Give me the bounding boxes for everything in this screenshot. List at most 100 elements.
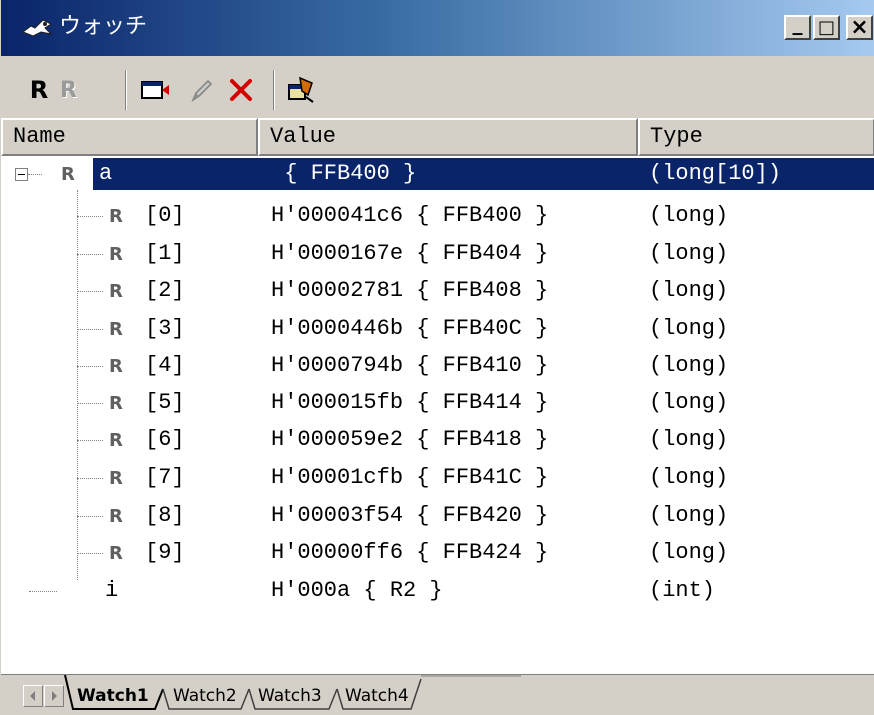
variable-type: (long) — [649, 503, 729, 528]
variable-value: H'000a { R2 } — [271, 578, 443, 603]
variable-type: (long) — [649, 353, 729, 378]
svg-text:R: R — [60, 78, 77, 103]
register-variable-icon: RR — [109, 319, 124, 339]
refresh-button[interactable]: R — [23, 74, 55, 106]
register-variable-icon: RR — [109, 543, 124, 563]
refresh-disabled-button[interactable]: R R — [53, 74, 85, 106]
column-header-name[interactable]: Name — [1, 118, 258, 156]
variable-type: (int) — [649, 578, 716, 603]
svg-text:R: R — [109, 543, 123, 563]
variable-value: H'000059e2 { FFB418 } — [271, 427, 549, 452]
edit-value-button[interactable] — [185, 74, 217, 106]
collapse-toggle[interactable] — [15, 168, 28, 181]
add-watch-button[interactable] — [139, 74, 171, 106]
watch-row-element-3[interactable]: RR [3] H'0000446b { FFB40C } (long) — [1, 311, 874, 347]
svg-text:R: R — [109, 244, 123, 264]
toolbar-separator — [125, 70, 127, 110]
tab-watch3[interactable]: Watch3 — [258, 683, 322, 709]
r-disabled-icon: R R — [60, 78, 78, 103]
variable-value: H'00003f54 { FFB420 } — [271, 503, 549, 528]
register-variable-icon: RR — [109, 281, 124, 301]
tree-line — [77, 254, 103, 255]
watch-row-element-6[interactable]: RR [6] H'000059e2 { FFB418 } (long) — [1, 422, 874, 458]
variable-value: H'00000ff6 { FFB424 } — [271, 540, 549, 565]
refresh-label: R — [29, 76, 49, 104]
variable-name: [5] — [145, 390, 185, 415]
register-variable-icon: RR — [109, 468, 124, 488]
variable-name: i — [105, 578, 119, 603]
variable-value: H'0000167e { FFB404 } — [271, 241, 549, 266]
tab-scroll-left-button[interactable] — [23, 685, 43, 707]
variable-type: (long) — [649, 390, 729, 415]
svg-text:R: R — [109, 430, 123, 450]
watch-window-icon — [21, 19, 53, 37]
watch-row-element-1[interactable]: RR [1] H'0000167e { FFB404 } (long) — [1, 236, 874, 272]
variable-value: H'000041c6 { FFB400 } — [271, 203, 549, 228]
svg-text:R: R — [109, 393, 123, 413]
column-header-type[interactable]: Type — [638, 118, 874, 156]
register-variable-icon: RR — [109, 206, 124, 226]
watch-window: ウォッチ _ □ × R R R Name Value Type R R a {… — [0, 0, 874, 715]
watch-row-element-4[interactable]: RR [4] H'0000794b { FFB410 } (long) — [1, 348, 874, 384]
properties-icon — [288, 76, 314, 103]
svg-text:R: R — [109, 281, 123, 301]
variable-name: [9] — [145, 540, 185, 565]
register-variable-icon: RR — [109, 356, 124, 376]
column-header-value[interactable]: Value — [258, 118, 638, 156]
watch-row-element-8[interactable]: RR [8] H'00003f54 { FFB420 } (long) — [1, 498, 874, 534]
properties-button[interactable] — [285, 74, 317, 106]
variable-name: [0] — [145, 203, 185, 228]
variable-name: [6] — [145, 427, 185, 452]
delete-x-icon — [230, 79, 252, 101]
watch-row-i[interactable]: i H'000a { R2 } (int) — [1, 573, 874, 609]
scroll-left-icon — [30, 691, 35, 701]
variable-name: [1] — [145, 241, 185, 266]
tree-line — [77, 403, 103, 404]
watch-row-element-7[interactable]: RR [7] H'00001cfb { FFB41C } (long) — [1, 460, 874, 496]
variable-value: H'000015fb { FFB414 } — [271, 390, 549, 415]
variable-type: (long) — [649, 540, 729, 565]
tree-line — [77, 440, 103, 441]
minimize-button[interactable]: _ — [784, 11, 811, 40]
variable-value: H'00001cfb { FFB41C } — [271, 465, 549, 490]
variable-name: [8] — [145, 503, 185, 528]
register-variable-icon: RR — [109, 244, 124, 264]
variable-type: (long) — [649, 465, 729, 490]
maximize-button[interactable]: □ — [813, 15, 840, 40]
svg-text:R: R — [109, 506, 123, 526]
variable-type: (long) — [649, 427, 729, 452]
variable-value: { FFB400 } — [271, 161, 417, 186]
variable-name: [7] — [145, 465, 185, 490]
minimize-icon: _ — [792, 11, 803, 35]
register-variable-icon: RR — [109, 393, 124, 413]
svg-text:R: R — [109, 319, 123, 339]
tree-line — [77, 366, 103, 367]
watch-row-element-9[interactable]: RR [9] H'00000ff6 { FFB424 } (long) — [1, 535, 874, 571]
svg-text:R: R — [61, 164, 75, 184]
register-variable-icon: R R — [61, 164, 76, 184]
tree-line — [77, 329, 103, 330]
tree-line — [77, 478, 103, 479]
close-button[interactable]: × — [846, 15, 873, 40]
tree-line — [77, 291, 103, 292]
window-title: ウォッチ — [59, 14, 148, 39]
delete-button[interactable] — [225, 74, 257, 106]
variable-name: a — [99, 161, 113, 186]
watch-row-element-2[interactable]: RR [2] H'00002781 { FFB408 } (long) — [1, 273, 874, 309]
svg-text:R: R — [109, 468, 123, 488]
sheet-tab-bar: Watch1 Watch2 Watch3 Watch4 — [1, 674, 874, 715]
tab-watch4[interactable]: Watch4 — [345, 683, 409, 709]
variable-type: (long) — [649, 278, 729, 303]
watch-row-element-0[interactable]: RR [0] H'000041c6 { FFB400 } (long) — [1, 198, 874, 234]
variable-type: (long[10]) — [649, 161, 782, 186]
variable-type: (long) — [649, 316, 729, 341]
watch-row-a[interactable]: R R a { FFB400 } (long[10]) — [1, 156, 874, 192]
variable-name: [4] — [145, 353, 185, 378]
watch-row-element-5[interactable]: RR [5] H'000015fb { FFB414 } (long) — [1, 385, 874, 421]
tab-watch1[interactable]: Watch1 — [77, 683, 149, 709]
tree-line — [77, 516, 103, 517]
toolbar-separator — [273, 70, 275, 110]
title-bar[interactable]: ウォッチ _ □ × — [1, 0, 874, 56]
tab-watch2[interactable]: Watch2 — [173, 683, 237, 709]
toolbar: R R R — [1, 60, 874, 120]
